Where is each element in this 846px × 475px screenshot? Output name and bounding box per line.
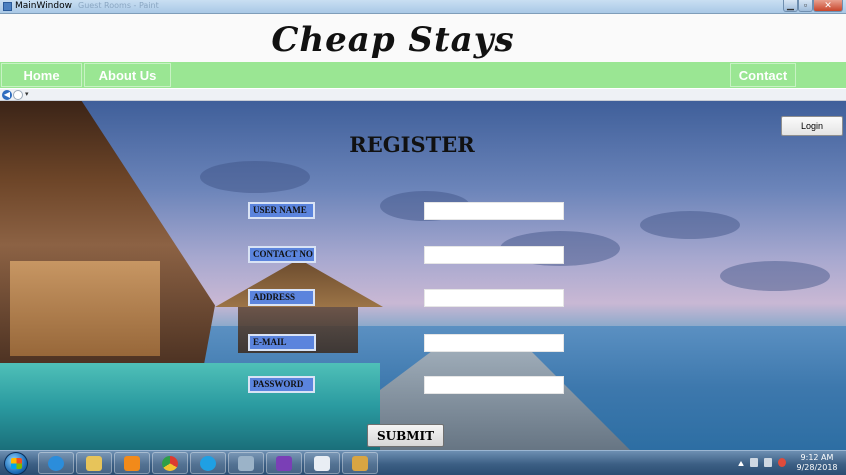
login-button[interactable]: Login: [781, 116, 843, 136]
notepad-taskbar-button[interactable]: [304, 452, 340, 474]
background-window-title: Guest Rooms - Paint: [78, 1, 159, 10]
brand-title: Cheap Stays: [271, 20, 515, 60]
username-input[interactable]: [424, 202, 564, 220]
chrome-taskbar-button[interactable]: [152, 452, 188, 474]
email-label: E-MAIL: [248, 334, 316, 351]
nav-contact-us[interactable]: Contact Us: [730, 63, 796, 107]
internet-explorer-taskbar-button[interactable]: [38, 452, 74, 474]
folder-icon: [86, 456, 102, 471]
system-clock[interactable]: 9:12 AM 9/28/2018: [796, 453, 838, 473]
chrome-icon: [162, 456, 178, 471]
clock-time: 9:12 AM: [800, 453, 834, 462]
nav-about-us[interactable]: About Us: [84, 63, 171, 87]
start-button[interactable]: [4, 452, 28, 475]
close-button[interactable]: ✕: [813, 0, 843, 12]
visual-studio-taskbar-button[interactable]: [266, 452, 302, 474]
site-header: Cheap Stays: [0, 14, 846, 62]
window-title-bar[interactable]: MainWindow Guest Rooms - Paint ▁ ▫ ✕: [0, 0, 846, 14]
cloud: [200, 161, 310, 193]
nav-bar: Home About Us Contact Us: [0, 62, 846, 107]
file-explorer-taskbar-button[interactable]: [76, 452, 112, 474]
media-player-taskbar-button[interactable]: [114, 452, 150, 474]
window-title: MainWindow: [15, 1, 72, 11]
villa-interior: [10, 261, 160, 356]
visual-studio-icon: [276, 456, 292, 471]
cloud: [640, 211, 740, 239]
password-input[interactable]: [424, 376, 564, 394]
tools-icon: [238, 456, 254, 471]
system-tray: [736, 455, 796, 471]
tools-taskbar-button[interactable]: [228, 452, 264, 474]
volume-icon[interactable]: [778, 458, 786, 467]
history-dropdown-icon[interactable]: ▾: [25, 90, 29, 98]
media-player-icon: [124, 456, 140, 471]
taskbar: 9:12 AM 9/28/2018: [0, 450, 846, 475]
skype-icon: [200, 456, 216, 471]
contact-no-label: CONTACT NO: [248, 246, 316, 263]
paint-icon: [352, 456, 368, 471]
minimize-button[interactable]: ▁: [783, 0, 798, 12]
address-input[interactable]: [424, 289, 564, 307]
email-input[interactable]: [424, 334, 564, 352]
register-title: REGISTER: [349, 132, 475, 157]
infinity-pool: [0, 363, 380, 450]
notepad-icon: [314, 456, 330, 471]
clock-date: 9/28/2018: [796, 463, 838, 472]
password-label: PASSWORD: [248, 376, 315, 393]
internet-explorer-icon: [48, 456, 64, 471]
app-window-icon: [3, 2, 12, 11]
address-label: ADDRESS: [248, 289, 315, 306]
submit-button[interactable]: SUBMIT: [367, 424, 444, 447]
network-icon[interactable]: [764, 458, 772, 467]
forward-arrow-icon[interactable]: [13, 90, 23, 100]
nav-home[interactable]: Home: [1, 63, 82, 87]
show-hidden-icons-icon[interactable]: [738, 461, 744, 466]
maximize-button[interactable]: ▫: [798, 0, 813, 12]
contact-no-input[interactable]: [424, 246, 564, 264]
skype-taskbar-button[interactable]: [190, 452, 226, 474]
windows-logo-icon: [11, 458, 22, 469]
flag-icon[interactable]: [750, 458, 758, 467]
navigation-toolbar: ◀ ▾: [0, 88, 846, 101]
paint-taskbar-button[interactable]: [342, 452, 378, 474]
cloud: [720, 261, 830, 291]
username-label: USER NAME: [248, 202, 315, 219]
back-arrow-icon[interactable]: ◀: [2, 90, 12, 100]
